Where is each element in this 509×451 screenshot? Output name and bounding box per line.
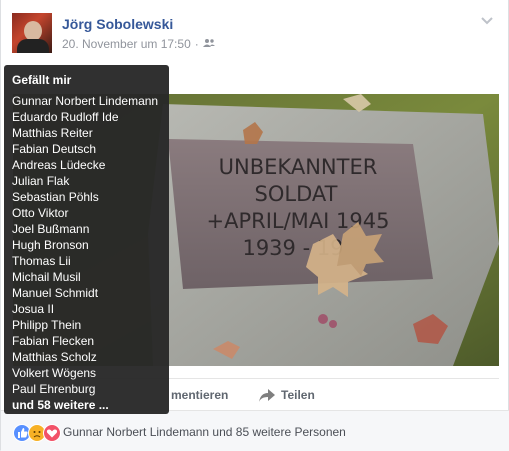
tooltip-name: Paul Ehrenburg bbox=[12, 382, 96, 396]
tooltip-name: Thomas Lii bbox=[12, 254, 71, 268]
tooltip-name: Josua II bbox=[12, 302, 55, 316]
tooltip-more: und 58 weitere ... bbox=[12, 398, 109, 412]
likes-tooltip: Gefällt mir Gunnar Norbert Lindemann Edu… bbox=[4, 65, 169, 414]
love-icon[interactable] bbox=[43, 424, 61, 442]
post-card: Jörg Sobolewski 20. November um 17:50 · bbox=[0, 0, 509, 451]
tooltip-name: Michail Musil bbox=[12, 270, 81, 284]
chevron-down-icon[interactable] bbox=[480, 13, 494, 27]
tooltip-name: Gunnar Norbert Lindemann bbox=[12, 94, 159, 108]
tooltip-name: Hugh Bronson bbox=[12, 238, 89, 252]
comment-label: mentieren bbox=[171, 388, 229, 402]
tooltip-name: Sebastian Pöhls bbox=[12, 190, 99, 204]
tooltip-name: Matthias Scholz bbox=[12, 350, 97, 364]
tooltip-name: Fabian Deutsch bbox=[12, 142, 97, 156]
reaction-icons[interactable] bbox=[13, 424, 61, 442]
plaque-line: SOLDAT bbox=[255, 182, 338, 206]
tooltip-name: Otto Viktor bbox=[12, 206, 69, 220]
dot-separator: · bbox=[194, 37, 199, 51]
tooltip-name: Joel Bußmann bbox=[12, 222, 90, 236]
post-meta: 20. November um 17:50 · bbox=[62, 37, 215, 51]
reactions-summary-text[interactable]: Gunnar Norbert Lindemann und 85 weitere … bbox=[63, 425, 346, 439]
avatar-body bbox=[17, 39, 49, 53]
tooltip-name: Matthias Reiter bbox=[12, 126, 93, 140]
tooltip-name: Fabian Flecken bbox=[12, 334, 95, 348]
share-button[interactable]: Teilen bbox=[259, 388, 315, 402]
tooltip-title: Gefällt mir bbox=[12, 73, 72, 87]
share-arrow-icon bbox=[259, 388, 275, 402]
avatar-head bbox=[24, 21, 42, 41]
tooltip-name: Volkert Wögens bbox=[12, 366, 97, 380]
friends-icon[interactable] bbox=[202, 37, 215, 51]
share-label: Teilen bbox=[281, 388, 315, 402]
avatar[interactable] bbox=[12, 13, 52, 53]
tooltip-name: Eduardo Rudloff Ide bbox=[12, 110, 119, 124]
post-author[interactable]: Jörg Sobolewski bbox=[62, 16, 173, 32]
post-timestamp[interactable]: 20. November um 17:50 bbox=[62, 37, 191, 51]
reactions-summary-bar: Gunnar Norbert Lindemann und 85 weitere … bbox=[1, 410, 509, 451]
tooltip-name: Andreas Lüdecke bbox=[12, 158, 106, 172]
comment-button[interactable]: mentieren bbox=[171, 388, 228, 402]
tooltip-name: Manuel Schmidt bbox=[12, 286, 99, 300]
tooltip-name: Julian Flak bbox=[12, 174, 70, 188]
plaque-line: UNBEKANNTER bbox=[219, 155, 378, 179]
tooltip-name: Philipp Thein bbox=[12, 318, 82, 332]
